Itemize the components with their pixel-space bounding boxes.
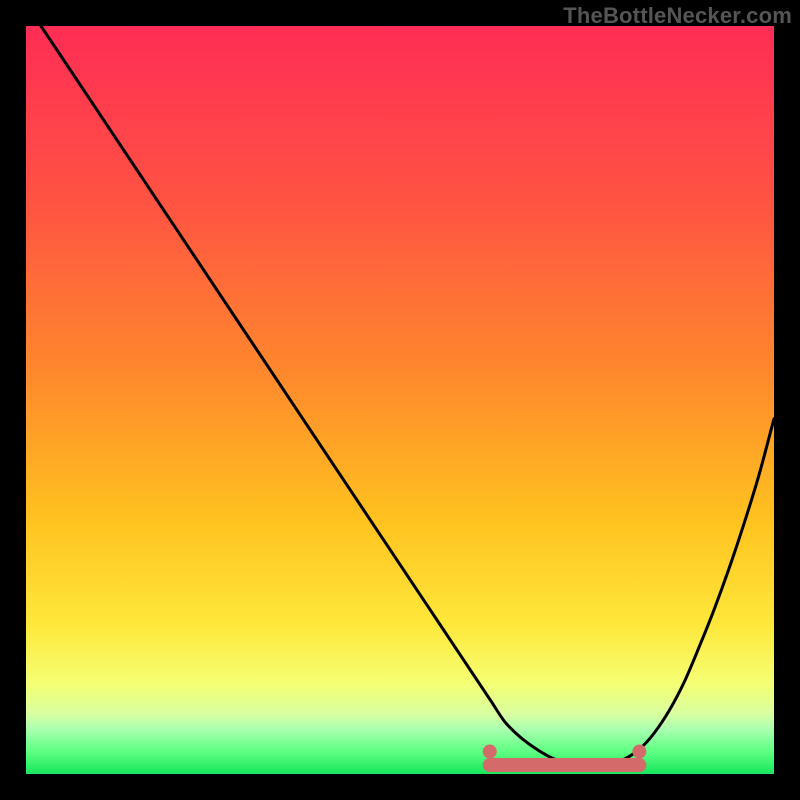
plot-gradient-area: [26, 26, 774, 774]
watermark-text: TheBottleNecker.com: [563, 3, 792, 29]
bottleneck-chart: TheBottleNecker.com: [0, 0, 800, 800]
